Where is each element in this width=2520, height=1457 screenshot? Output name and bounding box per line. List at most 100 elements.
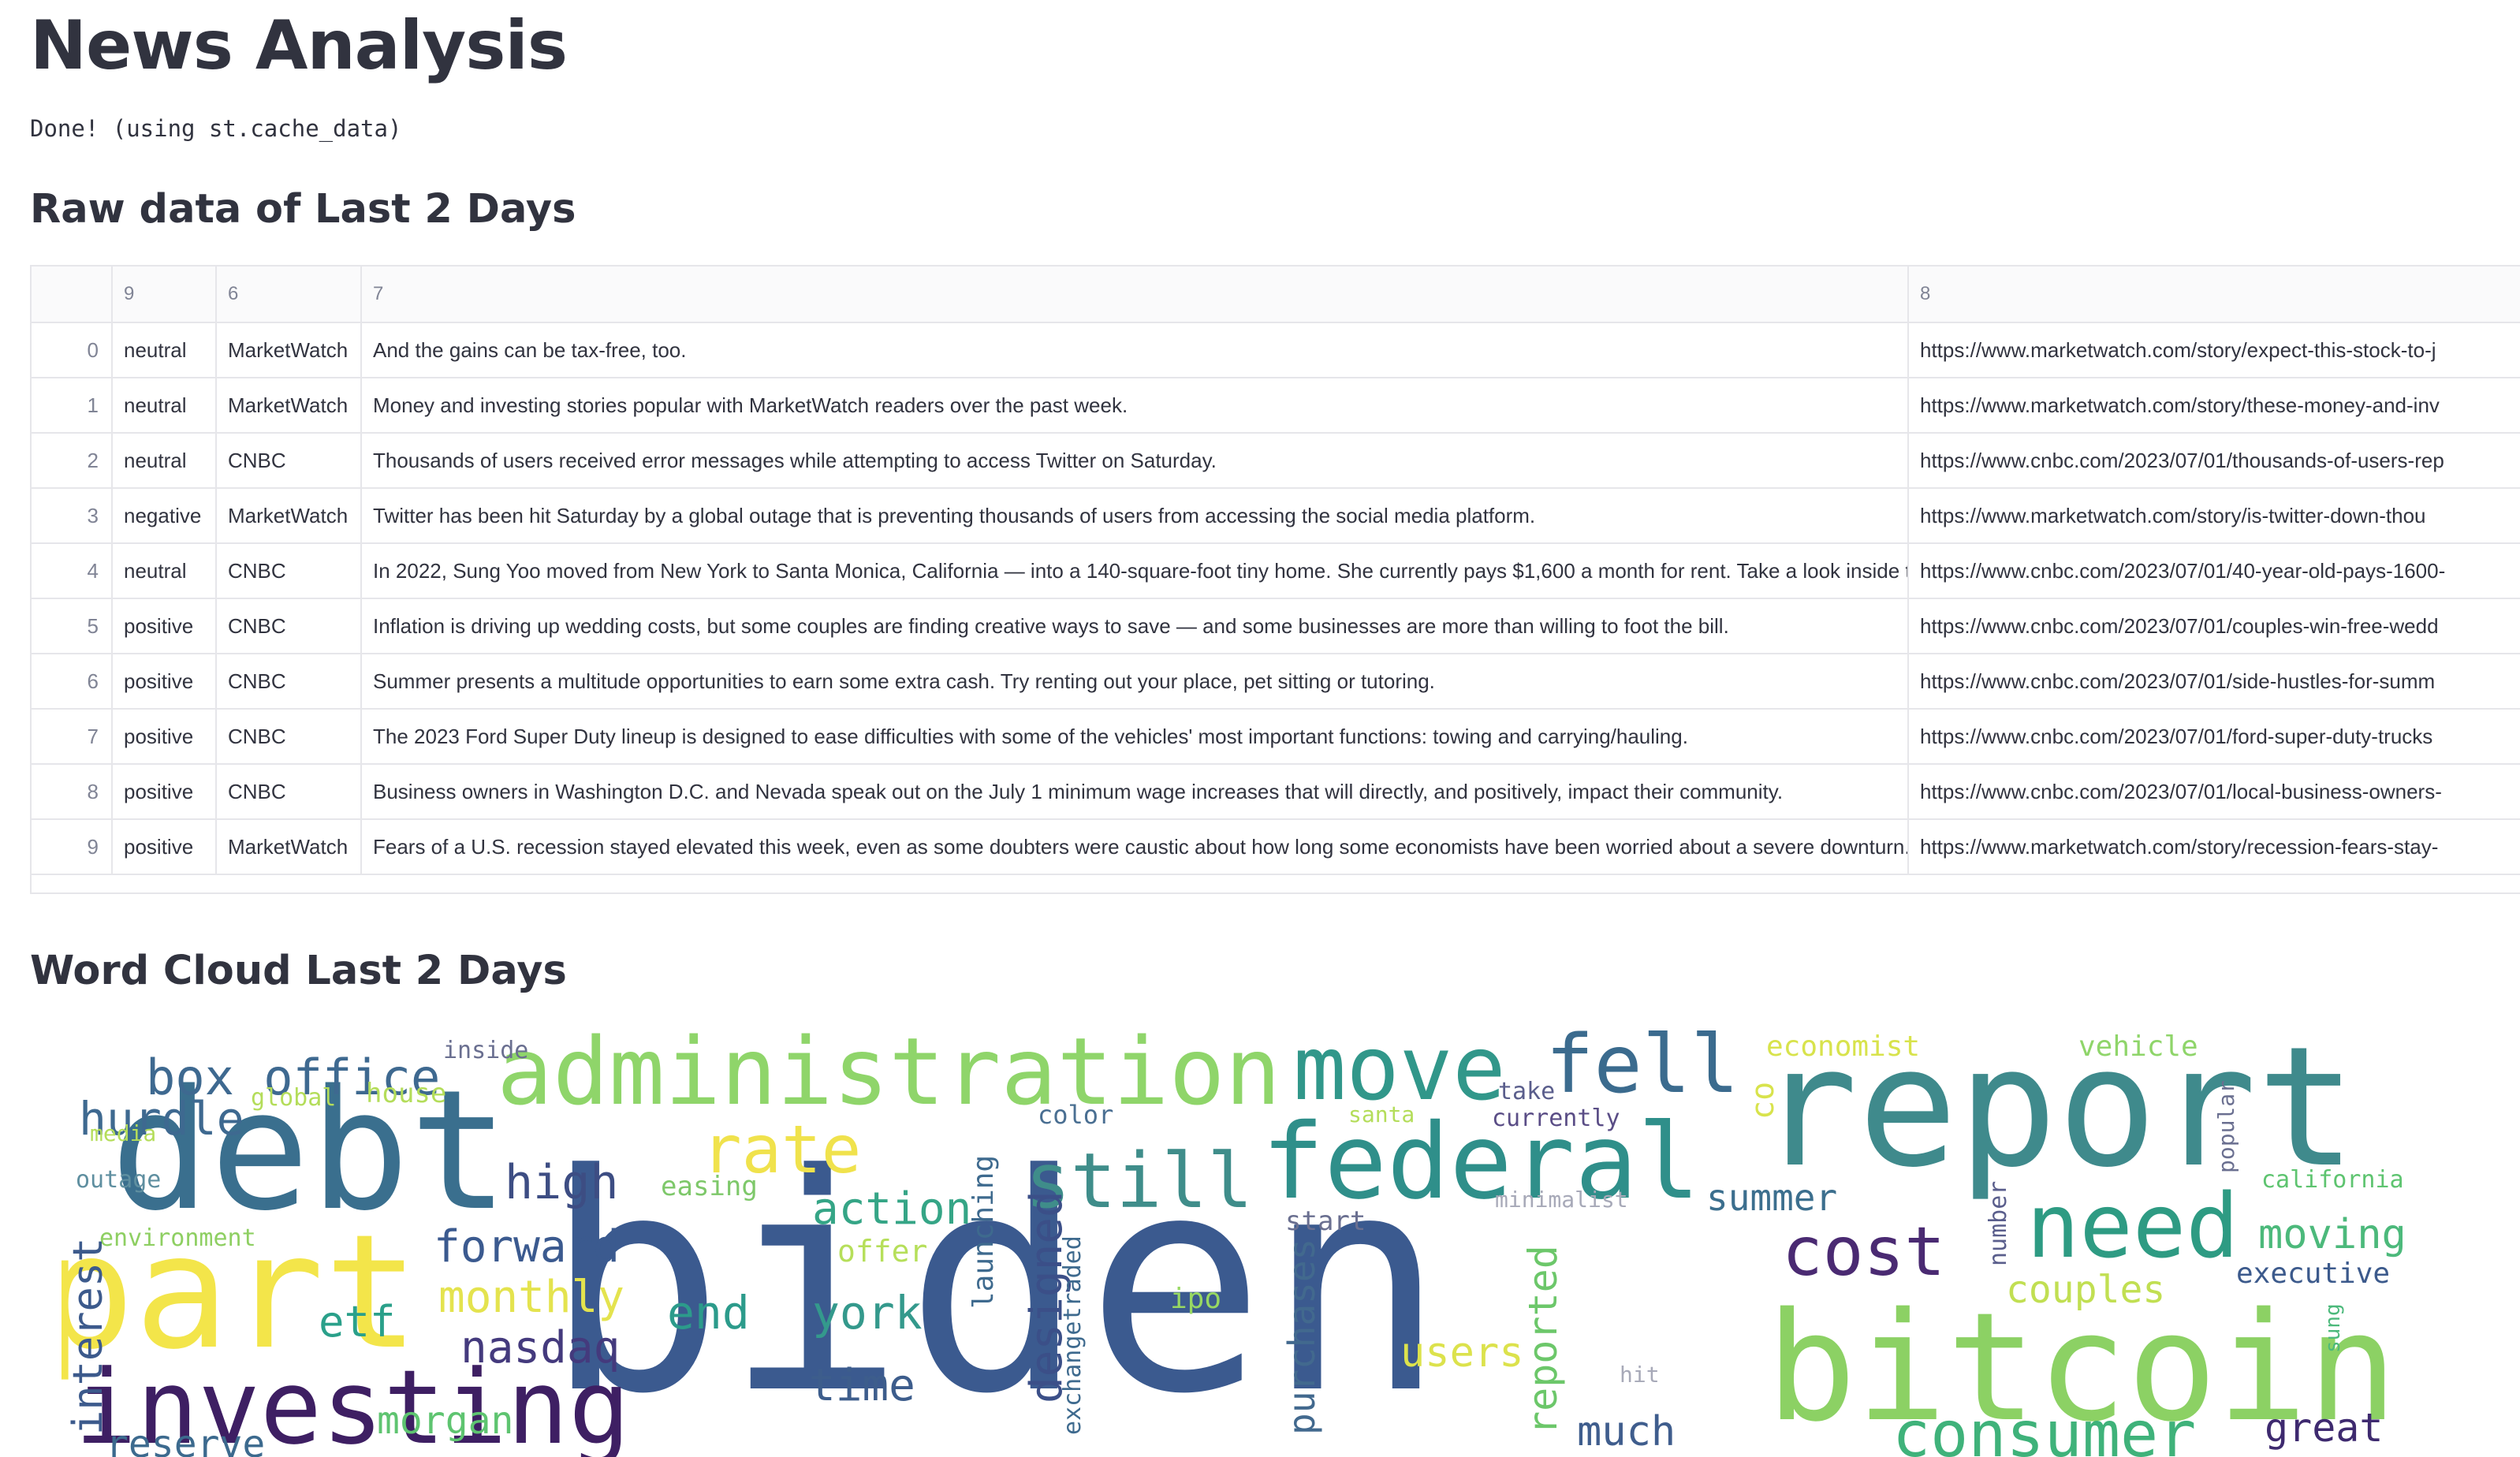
word-cloud-image: biden report debt part bitcoin investing admin… xyxy=(62,1017,2466,1457)
source-cell[interactable]: CNBC xyxy=(216,654,362,710)
summary-cell[interactable]: In 2022, Sung Yoo moved from New York to… xyxy=(361,543,1909,599)
row-index-cell[interactable]: 5 xyxy=(32,598,113,654)
row-index-cell[interactable]: 0 xyxy=(32,322,113,378)
url-cell[interactable]: https://www.marketwatch.com/story/expect… xyxy=(1908,322,2520,378)
word-cloud-word: moving xyxy=(2258,1211,2406,1258)
word-cloud-word: need xyxy=(2026,1176,2239,1278)
url-cell[interactable]: https://www.cnbc.com/2023/07/01/couples-… xyxy=(1908,598,2520,654)
table-row: 1 neutral MarketWatch Money and investing s… xyxy=(32,378,2520,434)
column-header-7[interactable]: 7 xyxy=(361,266,1909,323)
url-cell[interactable]: https://www.marketwatch.com/story/these-… xyxy=(1908,378,2520,434)
data-table[interactable]: 9 6 7 8 0 neutral MarketWatch And the gains… xyxy=(30,265,2520,894)
column-header-6[interactable]: 6 xyxy=(216,266,362,323)
row-index-cell[interactable]: 2 xyxy=(32,433,113,489)
word-cloud-word: ipo xyxy=(1170,1283,1222,1315)
summary-cell[interactable]: And the gains can be tax-free, too. xyxy=(361,322,1909,378)
word-cloud-word: fell xyxy=(1545,1018,1739,1112)
url-cell[interactable]: https://www.marketwatch.com/story/is-twi… xyxy=(1908,488,2520,544)
summary-cell[interactable]: Thousands of users received error messag… xyxy=(361,433,1909,489)
word-cloud-word: outage xyxy=(76,1166,162,1194)
word-cloud-word: environment xyxy=(99,1224,256,1252)
word-cloud-word: time xyxy=(809,1360,915,1411)
table-row: 4 neutral CNBC In 2022, Sung Yoo moved from… xyxy=(32,543,2520,599)
word-cloud-word: offer xyxy=(837,1234,928,1269)
word-cloud-word: much xyxy=(1577,1408,1676,1455)
word-cloud-word: reported xyxy=(1520,1245,1566,1435)
table-row: 0 neutral MarketWatch And the gains can be … xyxy=(32,322,2520,378)
row-index-cell[interactable]: 7 xyxy=(32,709,113,765)
url-cell[interactable]: https://www.cnbc.com/2023/07/01/40-year-… xyxy=(1908,543,2520,599)
word-cloud-word: easing xyxy=(661,1171,758,1202)
column-header-9[interactable]: 9 xyxy=(112,266,217,323)
sentiment-cell[interactable]: neutral xyxy=(112,322,217,378)
source-cell[interactable]: CNBC xyxy=(216,598,362,654)
row-index-cell[interactable]: 8 xyxy=(32,764,113,820)
table-row: 3 negative MarketWatch Twitter has been hit… xyxy=(32,488,2520,544)
table-row: 6 positive CNBC Summer presents a multitude… xyxy=(32,654,2520,710)
source-cell[interactable]: MarketWatch xyxy=(216,488,362,544)
url-cell[interactable]: https://www.cnbc.com/2023/07/01/thousand… xyxy=(1908,433,2520,489)
summary-cell[interactable]: Money and investing stories popular with… xyxy=(361,378,1909,434)
table-row: 5 positive CNBC Inflation is driving up wed… xyxy=(32,598,2520,654)
row-index-cell[interactable]: 1 xyxy=(32,378,113,434)
word-cloud-word: santa xyxy=(1348,1101,1415,1127)
url-cell[interactable]: https://www.cnbc.com/2023/07/01/local-bu… xyxy=(1908,764,2520,820)
word-cloud-word: interest xyxy=(65,1237,112,1435)
url-cell[interactable]: https://www.cnbc.com/2023/07/01/side-hus… xyxy=(1908,654,2520,710)
summary-cell[interactable]: Twitter has been hit Saturday by a globa… xyxy=(361,488,1909,544)
column-header-index[interactable] xyxy=(32,266,113,323)
word-cloud-word: users xyxy=(1400,1329,1524,1377)
word-cloud-word: consumer xyxy=(1892,1398,2197,1457)
row-index-cell[interactable]: 9 xyxy=(32,819,113,875)
row-index-cell[interactable]: 4 xyxy=(32,543,113,599)
word-cloud-word: york xyxy=(812,1286,923,1340)
row-index-cell[interactable]: 6 xyxy=(32,654,113,710)
data-table-grid: 9 6 7 8 0 neutral MarketWatch And the gains… xyxy=(32,266,2520,875)
sentiment-cell[interactable]: neutral xyxy=(112,378,217,434)
sentiment-cell[interactable]: neutral xyxy=(112,543,217,599)
sentiment-cell[interactable]: positive xyxy=(112,654,217,710)
sentiment-cell[interactable]: positive xyxy=(112,819,217,875)
source-cell[interactable]: MarketWatch xyxy=(216,322,362,378)
word-cloud-word: morgan xyxy=(377,1399,514,1443)
url-cell[interactable]: https://www.cnbc.com/2023/07/01/ford-sup… xyxy=(1908,709,2520,765)
word-cloud-word: end xyxy=(667,1286,750,1340)
status-message: Done! (using st.cache_data) xyxy=(30,115,402,142)
sentiment-cell[interactable]: positive xyxy=(112,709,217,765)
table-row: 9 positive MarketWatch Fears of a U.S. rece… xyxy=(32,819,2520,875)
word-cloud-word: house xyxy=(366,1078,447,1109)
summary-cell[interactable]: The 2023 Ford Super Duty lineup is desig… xyxy=(361,709,1909,765)
sentiment-cell[interactable]: neutral xyxy=(112,433,217,489)
word-cloud-word: media xyxy=(90,1120,157,1146)
row-index-cell[interactable]: 3 xyxy=(32,488,113,544)
table-row: 7 positive CNBC The 2023 Ford Super Duty li… xyxy=(32,709,2520,765)
url-cell[interactable]: https://www.marketwatch.com/story/recess… xyxy=(1908,819,2520,875)
word-cloud-word: launching xyxy=(967,1154,1000,1309)
column-header-8[interactable]: 8 xyxy=(1908,266,2520,323)
word-cloud-word: cost xyxy=(1782,1213,1946,1291)
sentiment-cell[interactable]: positive xyxy=(112,764,217,820)
source-cell[interactable]: CNBC xyxy=(216,709,362,765)
word-cloud-word: california xyxy=(2261,1166,2404,1194)
summary-cell[interactable]: Inflation is driving up wedding costs, b… xyxy=(361,598,1909,654)
source-cell[interactable]: CNBC xyxy=(216,543,362,599)
sentiment-cell[interactable]: positive xyxy=(112,598,217,654)
table-row: 8 positive CNBC Business owners in Washingt… xyxy=(32,764,2520,820)
sentiment-cell[interactable]: negative xyxy=(112,488,217,544)
source-cell[interactable]: MarketWatch xyxy=(216,378,362,434)
summary-cell[interactable]: Fears of a U.S. recession stayed elevate… xyxy=(361,819,1909,875)
table-row: 2 neutral CNBC Thousands of users received … xyxy=(32,433,2520,489)
source-cell[interactable]: MarketWatch xyxy=(216,819,362,875)
page-title: News Analysis xyxy=(30,6,568,85)
word-cloud-word: action xyxy=(812,1183,972,1235)
word-cloud-word: administration xyxy=(497,1017,1281,1126)
source-cell[interactable]: CNBC xyxy=(216,764,362,820)
word-cloud-word: minimalist xyxy=(1495,1187,1628,1213)
word-cloud-word: summer xyxy=(1706,1176,1838,1219)
summary-cell[interactable]: Business owners in Washington D.C. and N… xyxy=(361,764,1909,820)
word-cloud-word: number xyxy=(1985,1180,2012,1266)
word-cloud-word: couples xyxy=(2006,1268,2166,1312)
summary-cell[interactable]: Summer presents a multitude opportunitie… xyxy=(361,654,1909,710)
source-cell[interactable]: CNBC xyxy=(216,433,362,489)
word-cloud-word: popular xyxy=(2213,1079,2239,1173)
